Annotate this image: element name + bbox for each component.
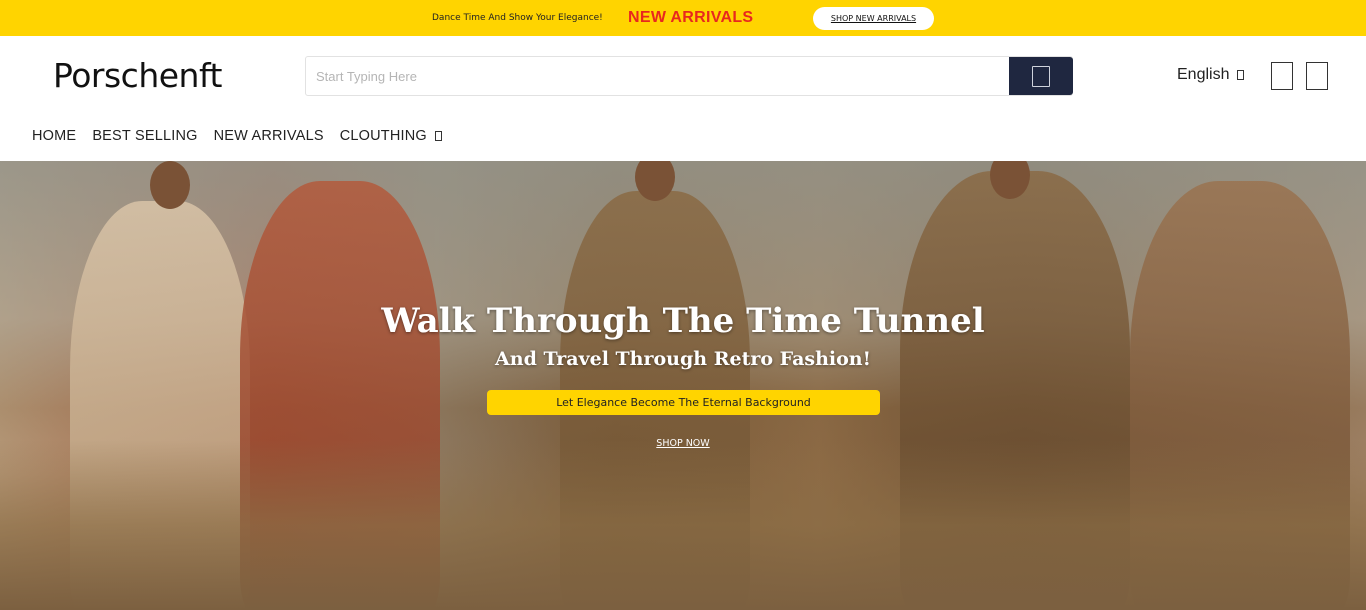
- hero-banner: Walk Through The Time Tunnel And Travel …: [0, 161, 1366, 610]
- hero-tagline-badge: Let Elegance Become The Eternal Backgrou…: [487, 390, 880, 415]
- nav-item-home[interactable]: HOME: [32, 128, 76, 144]
- announcement-headline: NEW ARRIVALS: [628, 9, 754, 26]
- site-logo[interactable]: Porschenft: [53, 56, 222, 95]
- chevron-down-icon: [1237, 70, 1245, 80]
- main-nav: HOME BEST SELLING NEW ARRIVALS CLOUTHING: [32, 128, 458, 144]
- cart-icon[interactable]: [1306, 62, 1328, 90]
- announcement-bar: Dance Time And Show Your Elegance! NEW A…: [0, 0, 1366, 36]
- nav-item-clouthing-label: CLOUTHING: [339, 128, 427, 144]
- language-label: English: [1177, 66, 1230, 83]
- shop-now-label[interactable]: SHOP NOW: [656, 438, 709, 449]
- hero-title: Walk Through The Time Tunnel: [381, 301, 985, 341]
- search-button[interactable]: [1009, 57, 1073, 95]
- search-bar: [305, 56, 1073, 96]
- nav-item-clouthing[interactable]: CLOUTHING: [340, 128, 442, 144]
- search-input[interactable]: [306, 57, 1008, 95]
- hero-subtitle: And Travel Through Retro Fashion!: [495, 348, 871, 370]
- language-selector[interactable]: English: [1177, 66, 1245, 84]
- search-icon: [1032, 65, 1050, 87]
- chevron-down-icon: [434, 131, 442, 141]
- nav-item-best-selling[interactable]: BEST SELLING: [92, 128, 197, 144]
- shop-now-link: SHOP NOW: [0, 438, 1366, 449]
- announcement-tagline: Dance Time And Show Your Elegance!: [432, 13, 603, 23]
- hero-content: Walk Through The Time Tunnel And Travel …: [0, 161, 1366, 610]
- shop-new-arrivals-button[interactable]: SHOP NEW ARRIVALS: [813, 7, 934, 30]
- account-icon[interactable]: [1271, 62, 1293, 90]
- nav-item-new-arrivals[interactable]: NEW ARRIVALS: [214, 128, 324, 144]
